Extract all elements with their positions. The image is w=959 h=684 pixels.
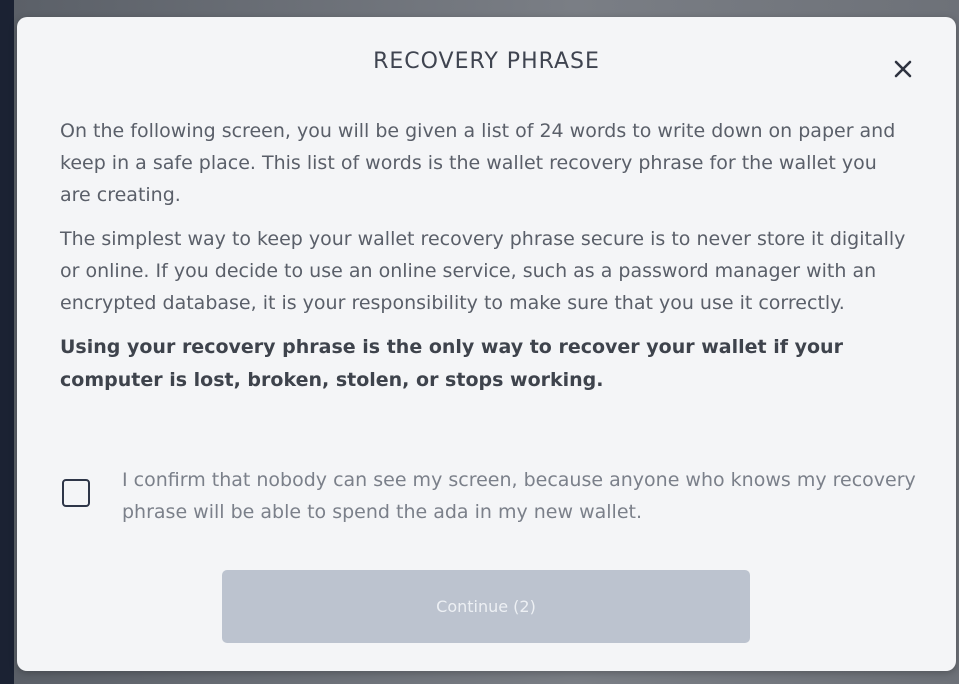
dialog-title: RECOVERY PHRASE [373,49,600,74]
continue-button[interactable]: Continue (2) [222,570,750,643]
confirm-row: I confirm that nobody can see my screen,… [60,464,920,534]
confirm-checkbox[interactable] [62,479,90,507]
confirm-label[interactable]: I confirm that nobody can see my screen,… [122,464,922,528]
close-icon [894,60,912,78]
instructions-paragraph: On the following screen, you will be giv… [60,120,896,206]
close-button[interactable] [885,51,921,87]
security-advice-paragraph: The simplest way to keep your wallet rec… [60,228,906,314]
recovery-warning-paragraph: Using your recovery phrase is the only w… [60,336,843,391]
recovery-phrase-dialog: RECOVERY PHRASE On the following screen,… [17,17,956,671]
dialog-content: On the following screen, you will be giv… [60,115,910,397]
